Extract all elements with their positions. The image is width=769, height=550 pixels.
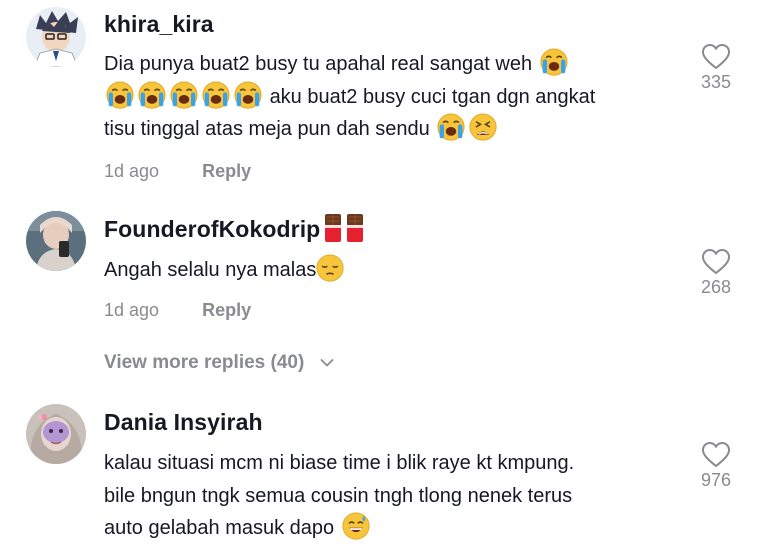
reply-button[interactable]: Reply	[202, 300, 251, 321]
avatar[interactable]	[26, 211, 86, 271]
loudly-crying-face-icon	[437, 113, 465, 141]
username[interactable]: khira_kira	[104, 11, 214, 38]
like-control: 335	[696, 44, 736, 93]
comment-text: Dia punya buat2 busy tu apahal real sang…	[104, 48, 684, 146]
loudly-crying-face-icon	[234, 81, 262, 109]
comment-line-1: Angah selalu nya malas	[104, 259, 317, 281]
comment-text: kalau situasi mcm ni biase time i blik r…	[104, 447, 684, 545]
comment-text: Angah selalu nya malas	[104, 254, 684, 287]
heart-icon[interactable]	[702, 442, 730, 468]
avatar[interactable]	[26, 7, 86, 67]
username[interactable]: FounderofKokodrip	[104, 213, 364, 243]
username[interactable]: Dania Insyirah	[104, 409, 263, 436]
comment-line-1: Dia punya buat2 busy tu apahal real sang…	[104, 53, 533, 75]
like-control: 976	[696, 442, 736, 491]
username-text: FounderofKokodrip	[104, 216, 321, 242]
view-more-replies-label: View more replies (40)	[104, 352, 305, 373]
chocolate-bar-icon	[346, 213, 364, 243]
like-control: 268	[696, 249, 736, 298]
avatar[interactable]	[26, 404, 86, 464]
loudly-crying-face-icon	[138, 81, 166, 109]
timestamp: 1d ago	[104, 161, 160, 181]
loudly-crying-face-icon	[202, 81, 230, 109]
chocolate-bar-icon	[324, 213, 342, 243]
like-count: 335	[700, 72, 732, 92]
loudly-crying-face-icon	[106, 81, 134, 109]
like-count: 268	[700, 277, 732, 297]
view-more-replies-button[interactable]: View more replies (40)	[104, 352, 334, 374]
loudly-crying-face-icon	[540, 48, 568, 76]
comment-line-3: auto gelabah masuk dapo	[104, 517, 335, 539]
comment-meta: 1d ago Reply	[104, 161, 251, 182]
comment-line-1: kalau situasi mcm ni biase time i blik r…	[104, 452, 575, 474]
chevron-down-icon	[320, 359, 333, 367]
timestamp: 1d ago	[104, 300, 160, 320]
heart-icon[interactable]	[702, 249, 730, 275]
comment-meta: 1d ago Reply	[104, 300, 251, 321]
like-count: 976	[700, 470, 732, 490]
comment-line-2: bile bngun tngk semua cousin tngh tlong …	[104, 484, 573, 507]
comment-line-2: aku buat2 busy cuci tgan dgn angkat	[269, 85, 596, 108]
grinning-face-with-sweat-icon	[342, 512, 370, 540]
pensive-face-icon	[316, 254, 344, 282]
reply-button[interactable]: Reply	[202, 161, 251, 182]
comment-line-3: tisu tinggal atas meja pun dah sendu	[104, 118, 430, 140]
tired-face-icon	[469, 113, 497, 141]
heart-icon[interactable]	[702, 44, 730, 70]
loudly-crying-face-icon	[170, 81, 198, 109]
